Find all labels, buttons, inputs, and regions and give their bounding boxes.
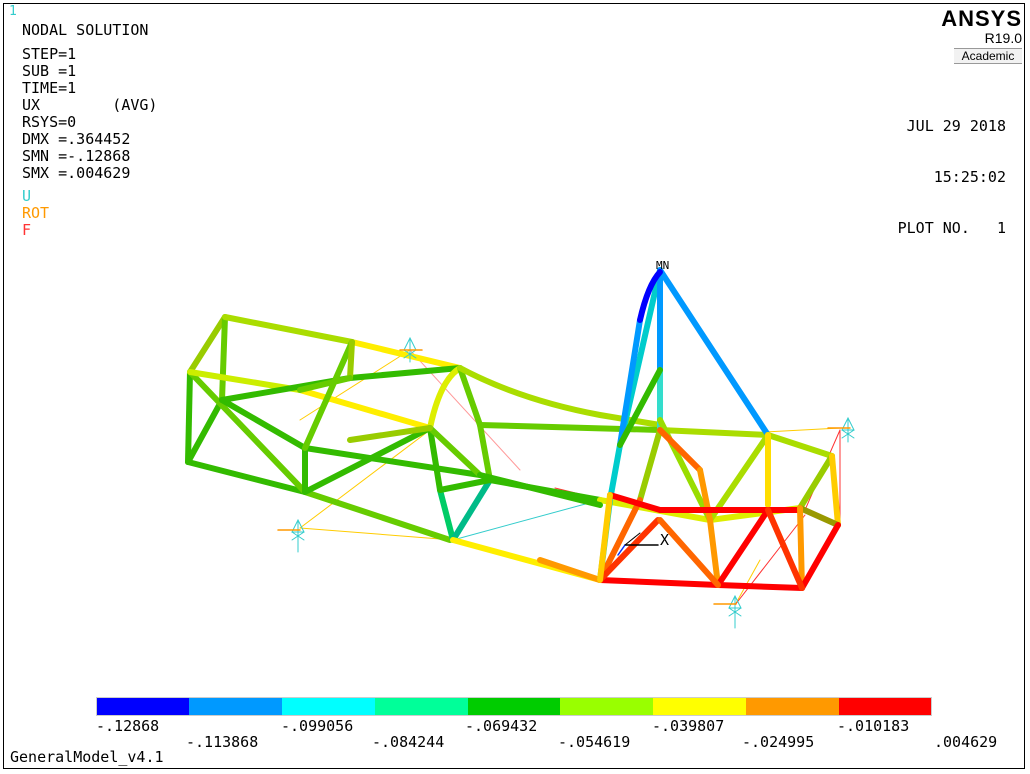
contour-label-8: -.010183 (837, 717, 910, 735)
contour-label-4: -.069432 (465, 717, 538, 735)
contour-label-9: .004629 (934, 733, 998, 751)
contour-band-7 (746, 698, 840, 715)
contour-band-1 (188, 698, 282, 715)
contour-label-2: -.099056 (281, 717, 354, 735)
contour-band-4 (467, 698, 561, 715)
frame-tubes (185, 267, 841, 591)
contour-label-3: -.084244 (372, 733, 445, 751)
contour-label-0: -.12868 (96, 717, 160, 735)
frame-model-plot (185, 267, 855, 629)
contour-label-5: -.054619 (558, 733, 631, 751)
contour-band-5 (560, 698, 654, 715)
contour-band-6 (653, 698, 747, 715)
axis-x-label: X (660, 531, 670, 549)
contour-band-2 (281, 698, 375, 715)
contour-label-1: -.113868 (186, 733, 259, 751)
model-name: GeneralModel_v4.1 (10, 748, 164, 766)
min-value-marker: MN (656, 259, 670, 272)
contour-label-7: -.024995 (742, 733, 815, 751)
contour-label-6: -.039807 (652, 717, 725, 735)
contour-band-8 (839, 698, 933, 715)
contour-band-3 (374, 698, 468, 715)
support-lines (299, 349, 841, 606)
contour-legend-bar (96, 698, 933, 715)
contour-band-0 (96, 698, 189, 715)
